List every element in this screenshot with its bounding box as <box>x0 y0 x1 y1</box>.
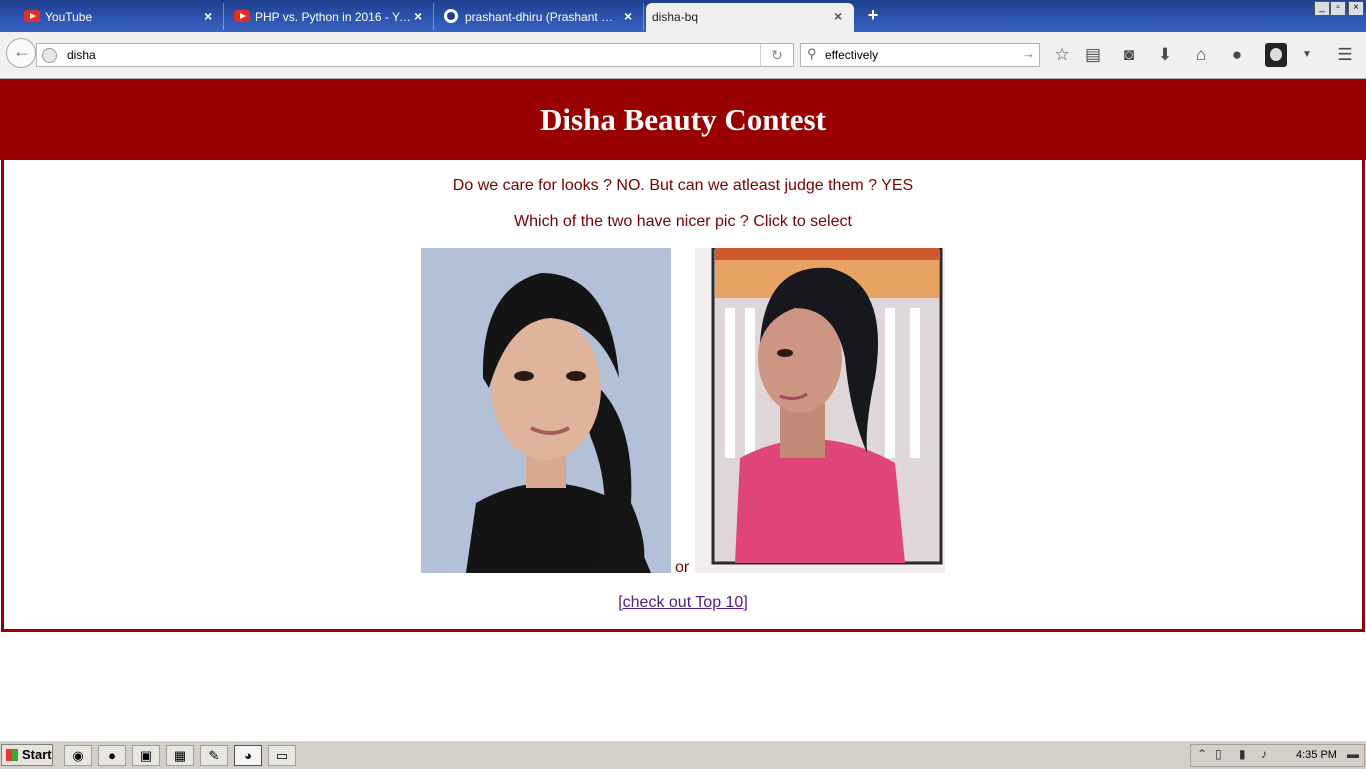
navigation-toolbar: disha ↻ ⚲ effectively → ☆ ▤ ◙ ⬇ ⌂ ● ▼ ☰ <box>0 32 1366 79</box>
download-icon[interactable]: ⬇ <box>1154 44 1176 66</box>
tab-label: disha-bq <box>652 10 699 24</box>
url-text[interactable]: disha <box>67 48 96 62</box>
network-signal-icon[interactable]: ▮ <box>1239 747 1246 761</box>
search-input[interactable]: effectively <box>825 48 878 62</box>
contestant-photo-left[interactable] <box>421 248 671 573</box>
profile-avatar[interactable] <box>1265 43 1287 67</box>
youtube-icon <box>24 10 40 22</box>
close-icon[interactable]: × <box>624 8 632 24</box>
select-prompt: Which of the two have nicer pic ? Click … <box>514 213 852 230</box>
back-button[interactable] <box>6 38 36 68</box>
top-10-link-wrapper: [check out Top 10] <box>0 594 1366 612</box>
tab-disha-bq[interactable]: disha-bq × <box>646 3 854 32</box>
top-10-link[interactable]: [check out Top 10] <box>618 594 748 611</box>
or-separator: or <box>675 559 690 576</box>
search-icon: ⚲ <box>807 46 817 61</box>
system-tray: ⌃ ▯ ▮ ♪ 4:35 PM ▬ <box>1190 744 1365 767</box>
header-banner: Disha Beauty Contest <box>0 79 1366 160</box>
tab-youtube[interactable]: YouTube × <box>0 3 224 30</box>
github-icon <box>444 9 458 23</box>
home-icon[interactable]: ⌂ <box>1190 44 1212 66</box>
monitor-app-icon[interactable]: ▦ <box>166 745 194 766</box>
minimize-button[interactable]: _ <box>1314 1 1330 16</box>
portrait-image <box>695 248 945 573</box>
contestant-photo-right[interactable] <box>695 248 945 573</box>
chevron-down-icon[interactable]: ▼ <box>1296 44 1318 66</box>
portrait-image <box>421 248 671 573</box>
notepad-icon[interactable]: ✎ <box>200 745 228 766</box>
web-page: Disha Beauty Contest Do we care for look… <box>0 79 1366 739</box>
tray-expand-icon[interactable]: ⌃ <box>1197 747 1207 761</box>
reload-icon[interactable]: ↻ <box>760 44 793 66</box>
chat-icon[interactable]: ● <box>1226 44 1248 66</box>
reading-list-icon[interactable]: ▤ <box>1082 44 1104 66</box>
window-close-button[interactable]: × <box>1348 1 1364 16</box>
explorer-icon[interactable]: ▭ <box>268 745 296 766</box>
firefox-icon[interactable]: ◕ <box>234 745 262 766</box>
pocket-icon[interactable]: ◙ <box>1118 44 1140 66</box>
tab-label: YouTube <box>45 10 93 24</box>
youtube-icon <box>234 10 250 22</box>
tab-label: prashant-dhiru (Prashant Dhir… <box>465 10 620 24</box>
tab-strip: YouTube × PHP vs. Python in 2016 - You… … <box>0 0 1366 32</box>
volume-icon[interactable]: ♪ <box>1261 747 1267 761</box>
clock: 4:35 PM <box>1296 749 1337 761</box>
tab-label: PHP vs. Python in 2016 - You… <box>255 10 415 24</box>
folder-app-icon[interactable]: ▣ <box>132 745 160 766</box>
taskbar: Start ◉ ● ▣ ▦ ✎ ◕ ▭ ⌃ ▯ ▮ ♪ 4:35 PM ▬ <box>0 740 1366 769</box>
restore-button[interactable]: ▫ <box>1330 1 1346 16</box>
page-title: Disha Beauty Contest <box>540 102 826 137</box>
new-tab-button[interactable]: + <box>864 6 882 24</box>
globe-icon <box>42 48 57 63</box>
apple-icon[interactable]: ● <box>98 745 126 766</box>
tab-github[interactable]: prashant-dhiru (Prashant Dhir… × <box>420 3 644 30</box>
chrome-icon[interactable]: ◉ <box>64 745 92 766</box>
search-bar[interactable]: ⚲ effectively → <box>800 43 1040 67</box>
bookmark-star-icon[interactable]: ☆ <box>1051 44 1073 66</box>
tab-php-vs-python[interactable]: PHP vs. Python in 2016 - You… × <box>210 3 434 30</box>
menu-icon[interactable]: ☰ <box>1334 44 1356 66</box>
tagline: Do we care for looks ? NO. But can we at… <box>452 177 914 194</box>
start-button[interactable]: Start <box>1 744 53 766</box>
show-desktop-icon[interactable]: ▬ <box>1347 747 1359 761</box>
usb-icon[interactable]: ▯ <box>1215 747 1222 761</box>
url-bar[interactable]: disha ↻ <box>36 43 794 67</box>
close-icon[interactable]: × <box>834 8 842 24</box>
search-go-icon[interactable]: → <box>1022 46 1035 61</box>
